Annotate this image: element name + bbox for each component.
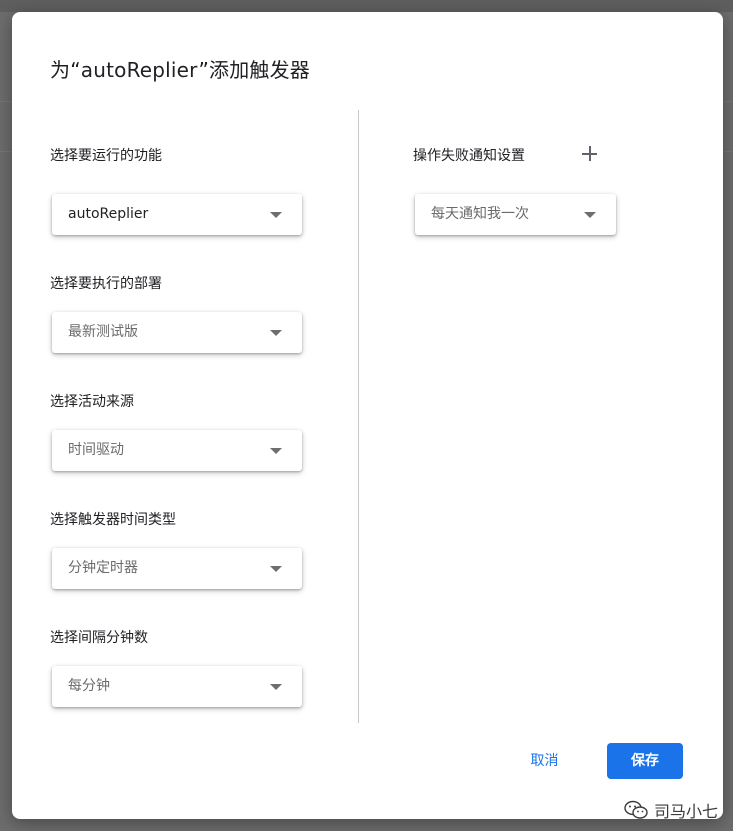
notification-frequency-value: 每天通知我一次 [431,206,529,222]
notification-frequency-select[interactable]: 每天通知我一次 [415,194,616,235]
caret-down-icon [270,566,282,572]
interval-label: 选择间隔分钟数 [50,630,148,646]
cancel-button[interactable]: 取消 [516,743,573,779]
watermark-text: 司马小七 [654,802,719,821]
caret-down-icon [270,684,282,690]
column-divider [358,110,359,723]
timer-type-select[interactable]: 分钟定时器 [52,548,302,589]
caret-down-icon [270,330,282,336]
interval-select[interactable]: 每分钟 [52,666,302,707]
event-source-select[interactable]: 时间驱动 [52,430,302,471]
event-source-select-value: 时间驱动 [68,442,124,458]
add-trigger-dialog: 为“autoReplier”添加触发器 选择要运行的功能 autoReplier… [12,12,723,822]
plus-icon-stroke [588,146,591,161]
dialog-title: 为“autoReplier”添加触发器 [50,58,311,82]
interval-select-value: 每分钟 [68,678,110,694]
caret-down-icon [270,212,282,218]
function-select-value: autoReplier [68,206,149,222]
event-source-label: 选择活动来源 [50,394,134,410]
timer-type-label: 选择触发器时间类型 [50,512,176,528]
function-label: 选择要运行的功能 [50,148,162,164]
deployment-select-value: 最新测试版 [68,324,138,340]
deployment-select[interactable]: 最新测试版 [52,312,302,353]
timer-type-select-value: 分钟定时器 [68,560,138,576]
save-button[interactable]: 保存 [607,743,683,779]
watermark: 司马小七 [624,798,718,822]
function-select[interactable]: autoReplier [52,194,302,235]
caret-down-icon [584,212,596,218]
add-notification-button[interactable] [578,142,602,166]
wechat-icon [624,800,648,819]
caret-down-icon [270,448,282,454]
deployment-label: 选择要执行的部署 [50,276,162,292]
backdrop-top [0,0,733,12]
failure-notification-label: 操作失败通知设置 [413,148,525,164]
